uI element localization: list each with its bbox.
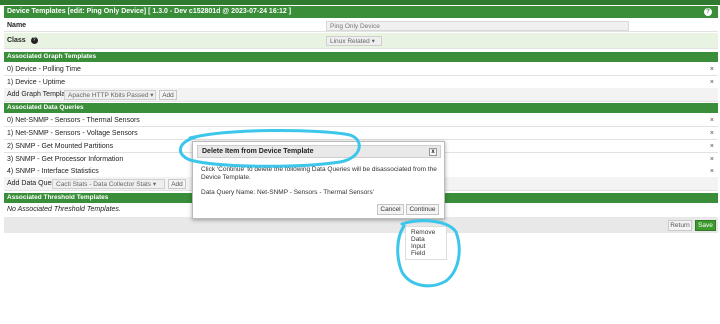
- menu-annotation-circle: [396, 219, 461, 288]
- title-annotation-circle: [179, 128, 361, 168]
- annotation-overlay: [179, 128, 461, 288]
